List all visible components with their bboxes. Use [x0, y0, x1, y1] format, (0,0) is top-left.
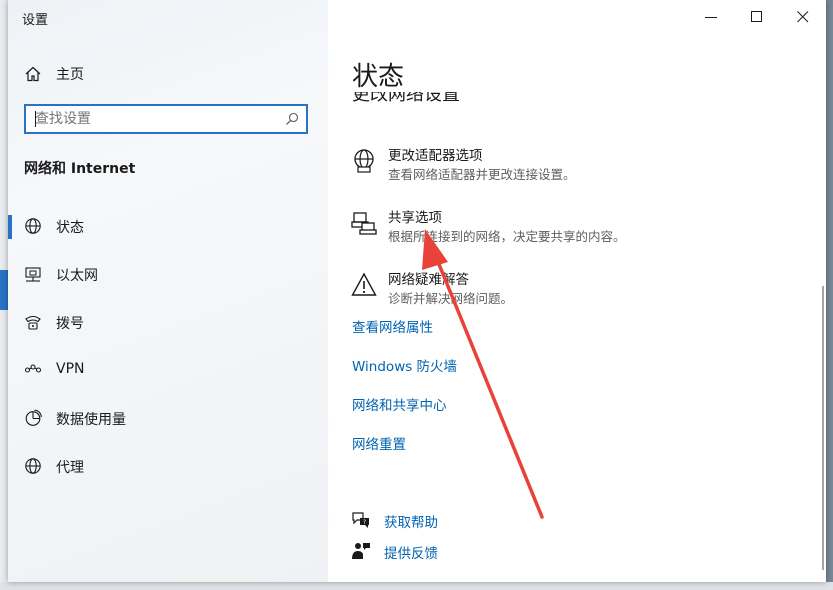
search-icon[interactable]: [285, 112, 299, 126]
sidebar-item-ethernet[interactable]: 以太网: [8, 254, 328, 294]
data-usage-icon: [25, 409, 42, 426]
option-change-adapter[interactable]: 更改适配器选项 查看网络适配器并更改连接设置。: [348, 142, 788, 188]
link-windows-firewall[interactable]: Windows 防火墙: [352, 355, 457, 375]
sidebar-item-label: 状态: [56, 220, 84, 236]
text-caret: [35, 111, 36, 127]
sidebar-item-label: 代理: [56, 460, 84, 476]
option-description: 根据所连接到的网络，决定要共享的内容。: [388, 229, 626, 244]
help-chat-icon: ?: [352, 512, 369, 528]
close-button[interactable]: [780, 0, 826, 34]
nav-pane: 设置 主页 网络和 Internet: [8, 0, 328, 582]
background-desktop-bottom: [0, 582, 833, 590]
feedback-link[interactable]: 提供反馈: [348, 539, 548, 563]
option-sharing[interactable]: 共享选项 根据所连接到的网络，决定要共享的内容。: [348, 204, 788, 250]
option-title: 共享选项: [388, 210, 442, 226]
link-network-sharing-center[interactable]: 网络和共享中心: [352, 394, 447, 414]
sidebar-item-data-usage[interactable]: 数据使用量: [8, 398, 328, 438]
minimize-button[interactable]: [688, 0, 734, 34]
maximize-icon: [751, 11, 762, 22]
ethernet-icon: [25, 267, 41, 282]
sharing-icon: [351, 212, 377, 235]
link-network-reset[interactable]: 网络重置: [352, 433, 406, 453]
globe-icon: [25, 458, 41, 474]
option-troubleshoot[interactable]: 网络疑难解答 诊断并解决网络问题。: [348, 266, 788, 312]
sidebar-item-proxy[interactable]: 代理: [8, 446, 328, 486]
feedback-label: 提供反馈: [384, 546, 438, 562]
sidebar-item-label: 以太网: [56, 268, 98, 284]
page-title: 状态: [352, 62, 405, 92]
active-indicator: [8, 215, 12, 239]
search-input[interactable]: [26, 106, 285, 132]
sidebar-item-label: 数据使用量: [56, 412, 126, 428]
sidebar-item-label: VPN: [56, 361, 85, 377]
link-view-network-properties[interactable]: 查看网络属性: [352, 316, 433, 336]
get-help-link[interactable]: ? 获取帮助: [348, 508, 548, 532]
nav-home[interactable]: 主页: [8, 58, 328, 90]
warning-icon: [351, 272, 377, 296]
option-title: 网络疑难解答: [388, 272, 469, 288]
svg-text:?: ?: [363, 519, 366, 526]
vpn-icon: [24, 364, 42, 373]
nav-home-label: 主页: [56, 67, 84, 83]
get-help-label: 获取帮助: [384, 515, 438, 531]
adapter-globe-icon: [354, 149, 374, 173]
section-heading-clipped: 更改网络设置: [352, 92, 460, 104]
search-box: [24, 104, 308, 134]
minimize-icon: [705, 17, 717, 18]
sidebar-item-vpn[interactable]: VPN: [8, 350, 328, 390]
option-description: 诊断并解决网络问题。: [388, 291, 514, 306]
option-title: 更改适配器选项: [388, 148, 483, 164]
globe-icon: [25, 218, 41, 234]
settings-window: 设置 主页 网络和 Internet: [8, 0, 826, 582]
option-description: 查看网络适配器并更改连接设置。: [388, 167, 576, 182]
scrollbar[interactable]: [822, 286, 824, 570]
sidebar-item-label: 拨号: [56, 316, 84, 332]
dialup-icon: [25, 315, 41, 330]
sidebar-item-dialup[interactable]: 拨号: [8, 302, 328, 342]
section-title: 网络和 Internet: [24, 161, 136, 177]
window-title: 设置: [22, 13, 49, 28]
close-icon: [797, 11, 809, 23]
sidebar-item-status[interactable]: 状态: [8, 206, 328, 246]
feedback-icon: [352, 543, 370, 559]
home-icon: [25, 66, 41, 82]
maximize-button[interactable]: [734, 0, 780, 34]
